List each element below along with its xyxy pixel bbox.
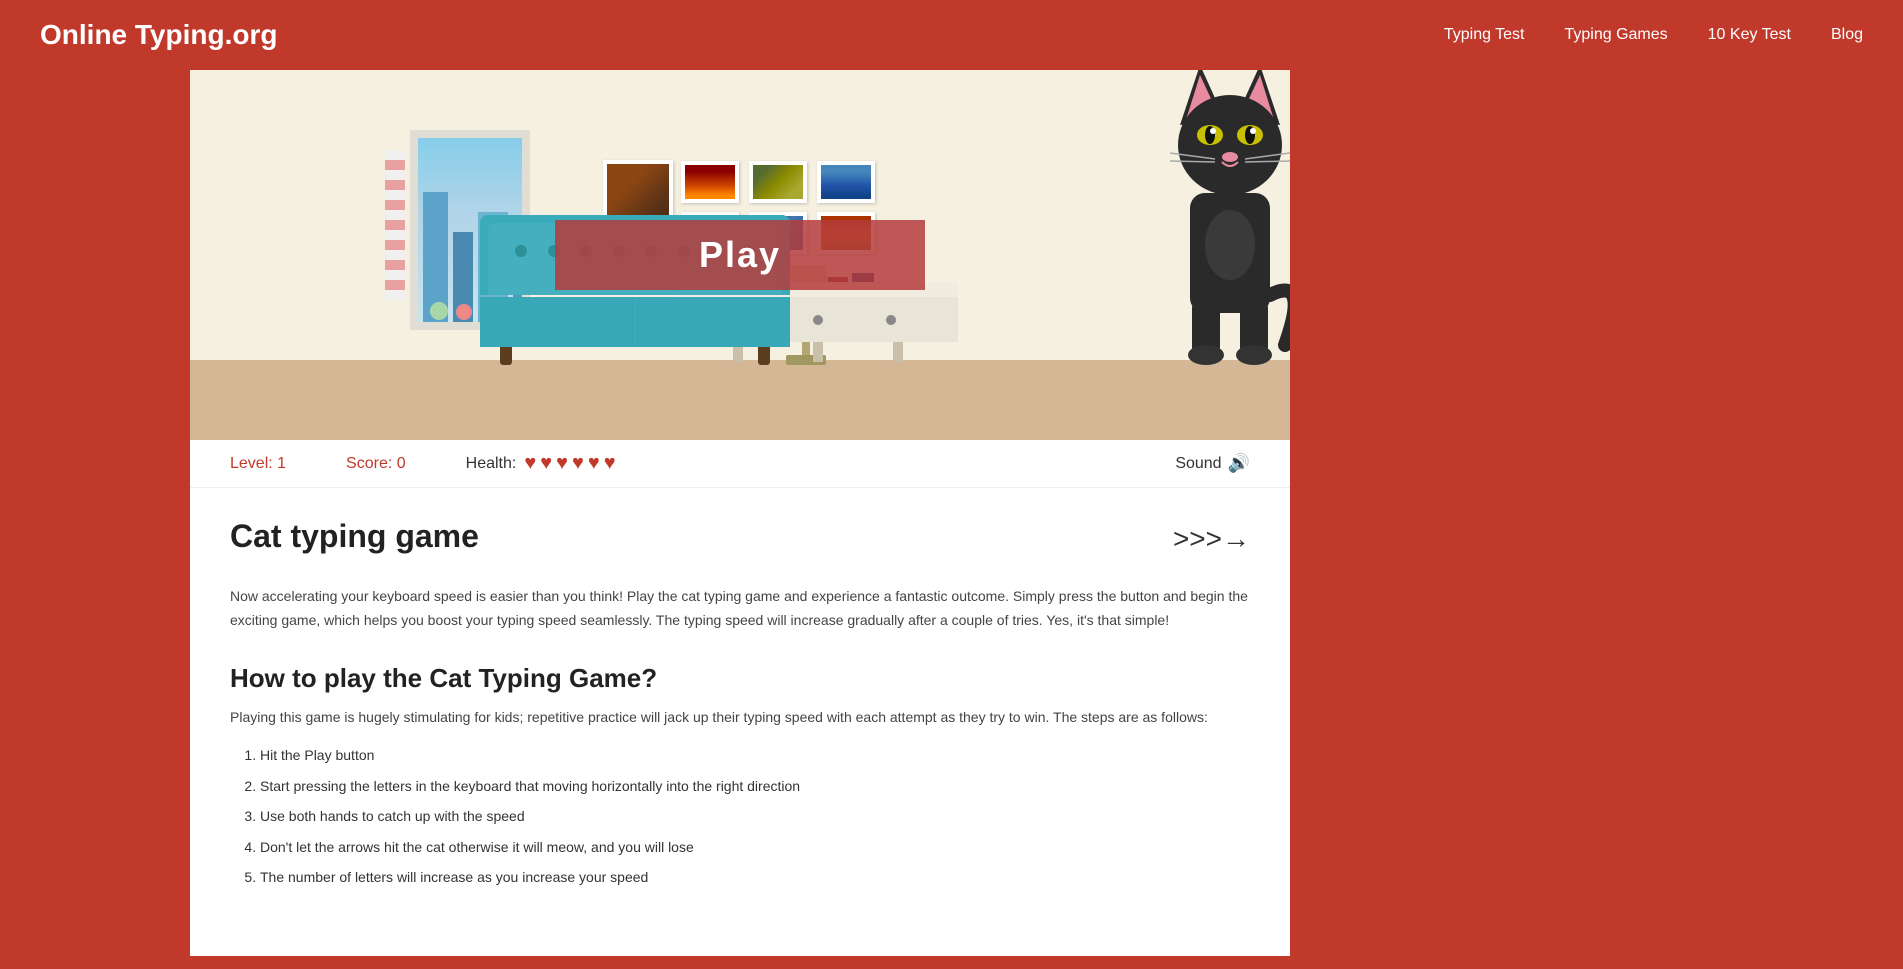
sofa-leg-2 <box>758 347 770 365</box>
game-area: Play <box>190 70 1290 440</box>
photo-mountain <box>749 161 807 203</box>
sofa-cushion-2 <box>636 297 790 347</box>
heart-4: ♥ <box>572 452 584 475</box>
step-1: Hit the Play button <box>260 744 1250 766</box>
circle-green <box>430 302 448 320</box>
how-to-heading: How to play the Cat Typing Game? <box>230 663 1250 694</box>
console-dot-2 <box>813 315 823 325</box>
step-3: Use both hands to catch up with the spee… <box>260 805 1250 827</box>
level-indicator: Level: 1 <box>230 455 286 473</box>
heart-1: ♥ <box>524 452 536 475</box>
content-area: Cat typing game >>>→ Now accelerating yo… <box>190 488 1290 956</box>
health-label: Health: <box>466 455 517 473</box>
sofa-cushion-1 <box>480 297 634 347</box>
page-title: Cat typing game <box>230 518 479 555</box>
sound-label: Sound <box>1175 455 1221 473</box>
site-logo[interactable]: Online Typing.org <box>40 19 277 51</box>
console-dot-3 <box>886 315 896 325</box>
health-section: Health: ♥ ♥ ♥ ♥ ♥ ♥ <box>466 452 616 475</box>
sound-icon[interactable]: 🔊 <box>1228 453 1250 474</box>
next-arrow[interactable]: >>>→ <box>1173 523 1250 555</box>
heart-5: ♥ <box>588 452 600 475</box>
intro-paragraph: Now accelerating your keyboard speed is … <box>230 585 1250 633</box>
play-button-label: Play <box>699 234 781 276</box>
hearts-display: ♥ ♥ ♥ ♥ ♥ ♥ <box>524 452 615 475</box>
status-bar: Level: 1 Score: 0 Health: ♥ ♥ ♥ ♥ ♥ ♥ So… <box>190 440 1290 488</box>
play-button[interactable]: Play <box>555 220 925 290</box>
console-leg-2 <box>813 342 823 362</box>
how-to-intro: Playing this game is hugely stimulating … <box>230 706 1250 730</box>
heart-6: ♥ <box>604 452 616 475</box>
cat-character <box>1170 70 1290 365</box>
sofa-leg-1 <box>500 347 512 365</box>
heart-2: ♥ <box>540 452 552 475</box>
candy-cane-decoration <box>385 150 405 300</box>
score-indicator: Score: 0 <box>346 455 406 473</box>
photo-sunset <box>681 161 739 203</box>
console-leg-3 <box>893 342 903 362</box>
sofa-cushions <box>480 297 790 347</box>
step-5: The number of letters will increase as y… <box>260 866 1250 888</box>
room-floor <box>190 360 1290 440</box>
step-2: Start pressing the letters in the keyboa… <box>260 775 1250 797</box>
cat-svg <box>1170 70 1290 365</box>
step-4: Don't let the arrows hit the cat otherwi… <box>260 836 1250 858</box>
sofa-seat <box>480 297 790 347</box>
nav-10-key-test[interactable]: 10 Key Test <box>1708 26 1791 44</box>
steps-list: Hit the Play button Start pressing the l… <box>230 744 1250 888</box>
sound-section[interactable]: Sound 🔊 <box>1175 453 1250 474</box>
photo-water <box>817 161 875 203</box>
circle-red-1 <box>456 304 472 320</box>
main-nav: Typing Test Typing Games 10 Key Test Blo… <box>1444 26 1863 44</box>
heart-3: ♥ <box>556 452 568 475</box>
nav-typing-games[interactable]: Typing Games <box>1565 26 1668 44</box>
main-container: Play Level: 1 Score: 0 Health: ♥ ♥ ♥ ♥ ♥… <box>190 70 1290 956</box>
sofa-legs <box>480 347 790 365</box>
header: Online Typing.org Typing Test Typing Gam… <box>0 0 1903 70</box>
sofa-dot-1 <box>515 245 527 257</box>
nav-blog[interactable]: Blog <box>1831 26 1863 44</box>
nav-typing-test[interactable]: Typing Test <box>1444 26 1525 44</box>
